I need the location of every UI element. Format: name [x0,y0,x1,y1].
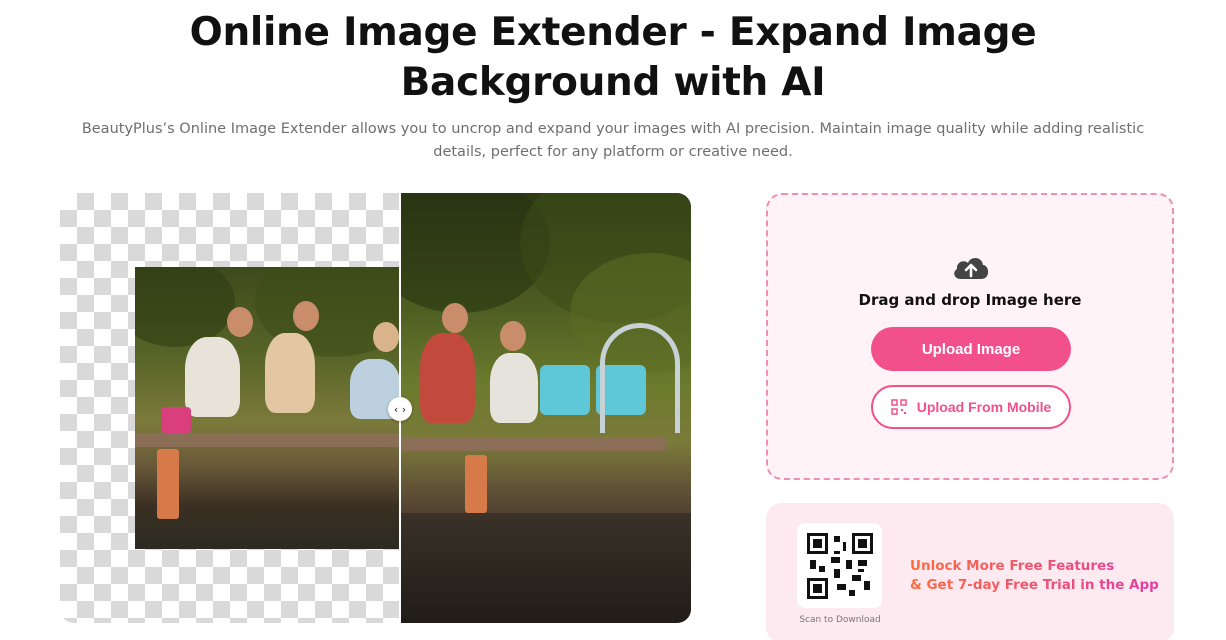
person-head [293,301,319,331]
dock [400,437,665,451]
promo-line-2: & Get 7-day Free Trial in the App [910,577,1159,593]
upload-image-button[interactable]: Upload Image [871,327,1071,371]
upload-cloud-icon [954,257,989,279]
person [265,333,315,413]
upload-dropzone[interactable]: Drag and drop Image here Upload Image Up… [766,193,1174,480]
water [400,513,691,623]
upload-from-mobile-label: Upload From Mobile [916,399,1052,415]
promo-text: Unlock More Free Features & Get 7-day Fr… [910,557,1159,595]
original-photo [135,267,400,549]
person [490,353,538,423]
qr-code-icon [806,532,873,599]
pool-ladder [600,323,680,433]
pink-bag [161,407,191,433]
app-promo-card: Scan to Download Unlock More Free Featur… [766,503,1174,640]
download-qr-code[interactable] [797,523,882,608]
person [420,333,475,423]
page: Online Image Extender - Expand Image Bac… [0,0,1226,640]
lounge-chair [540,365,590,415]
person-head [500,321,526,351]
upload-from-mobile-button[interactable]: Upload From Mobile [871,385,1071,429]
dock-post [465,455,487,513]
person-head [227,307,253,337]
drag-drop-label: Drag and drop Image here [858,291,1082,309]
qr-code-icon [890,399,907,415]
promo-line-1: Unlock More Free Features [910,558,1115,574]
person-head [373,322,399,352]
person [185,337,240,417]
dock [135,433,400,447]
compare-arrows-icon[interactable]: ‹ › [388,397,412,421]
before-after-compare[interactable]: ‹ › [60,193,691,623]
page-title: Online Image Extender - Expand Image Bac… [189,10,1037,105]
page-subtitle: BeautyPlus’s Online Image Extender allow… [81,121,1145,160]
extended-photo [400,193,691,623]
scan-to-download-label: Scan to Download [799,615,881,625]
dock-post [157,449,179,519]
person-head [442,303,468,333]
foliage [135,267,235,347]
